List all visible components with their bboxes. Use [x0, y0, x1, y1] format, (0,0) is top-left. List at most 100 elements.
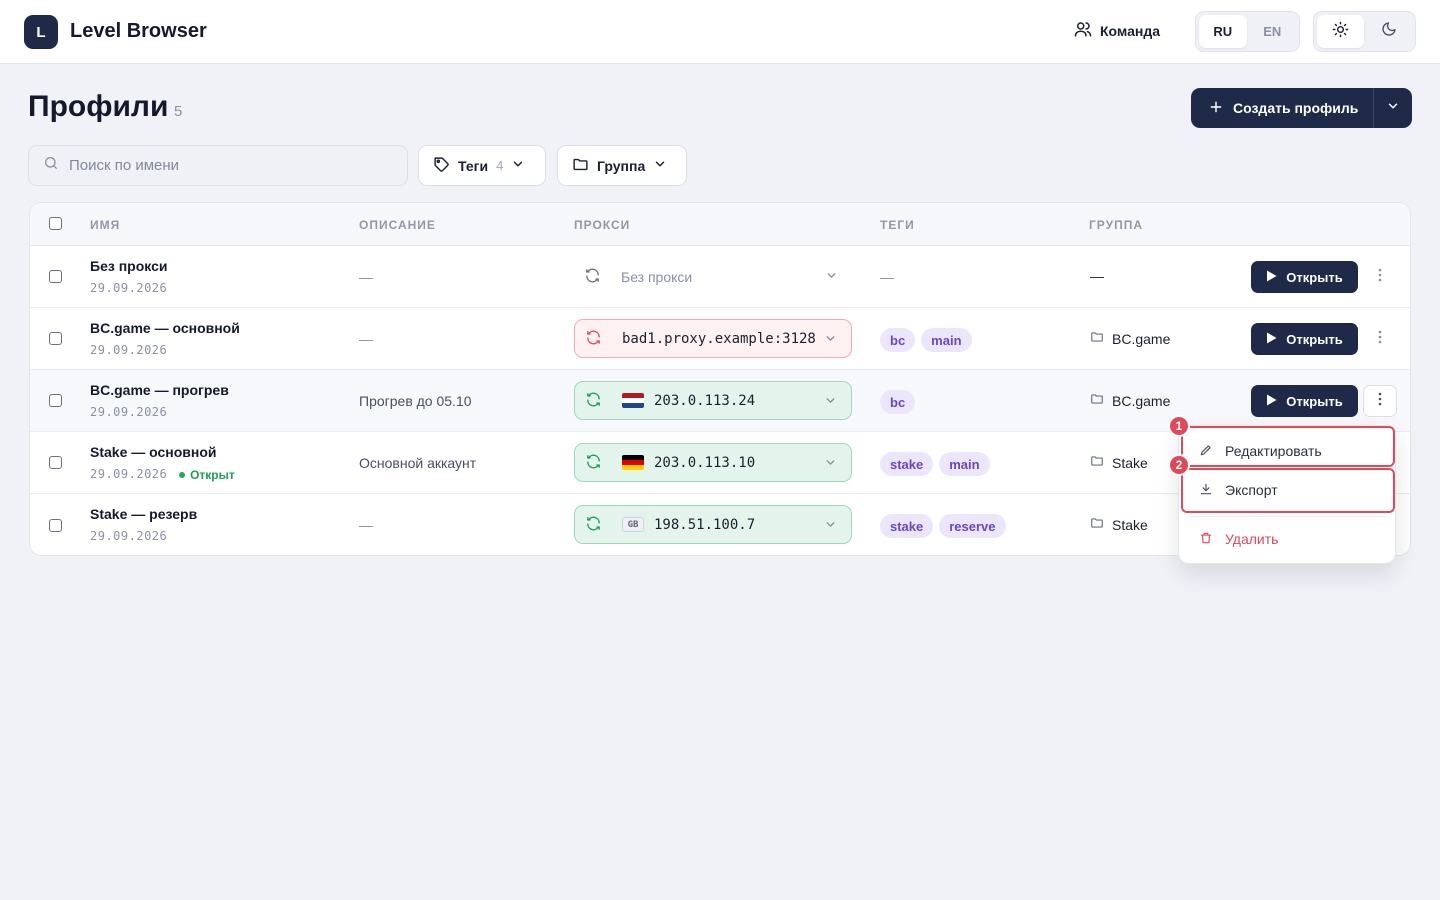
chevron-down-icon: [1386, 99, 1400, 118]
chevron-down-icon: [825, 269, 838, 285]
profile-description: Основной аккаунт: [359, 455, 477, 471]
profile-name[interactable]: BC.game — прогрев: [90, 382, 229, 398]
play-icon: [1266, 394, 1277, 409]
row-checkbox[interactable]: [49, 456, 62, 469]
refresh-icon: [585, 329, 602, 349]
menu-item-label: Экспорт: [1225, 482, 1278, 498]
open-label: Открыть: [1286, 331, 1343, 347]
status-dot-icon: [179, 472, 186, 478]
light-theme-button[interactable]: [1317, 15, 1364, 48]
app-title: Level Browser: [70, 20, 207, 42]
proxy-value: Без прокси: [621, 268, 693, 285]
profile-name[interactable]: Без прокси: [90, 258, 167, 274]
menu-item-export[interactable]: Экспорт: [1179, 472, 1395, 508]
group-filter-label: Группа: [597, 157, 646, 174]
folder-icon: [1090, 330, 1104, 347]
page-title: Профили: [28, 90, 169, 123]
menu-item-edit[interactable]: Редактировать: [1179, 433, 1395, 469]
proxy-select[interactable]: GB 198.51.100.7: [574, 505, 852, 544]
profile-description: —: [359, 331, 373, 347]
profile-name[interactable]: BC.game — основной: [90, 320, 240, 336]
row-more-button[interactable]: [1363, 323, 1397, 355]
tag-icon: [433, 156, 450, 176]
more-vertical-icon: [1378, 268, 1382, 287]
tag-chip: stake: [880, 514, 934, 538]
profile-group: —: [1090, 268, 1104, 284]
create-profile-label: Создать профиль: [1233, 100, 1359, 116]
team-button[interactable]: Команда: [1074, 20, 1160, 41]
row-checkbox[interactable]: [49, 332, 62, 345]
open-profile-button[interactable]: Открыть: [1251, 323, 1358, 355]
create-profile-dropdown-toggle[interactable]: [1373, 88, 1412, 128]
row-more-button[interactable]: [1363, 385, 1397, 417]
lang-en-button[interactable]: EN: [1249, 15, 1297, 48]
chevron-down-icon: [824, 394, 837, 410]
proxy-select[interactable]: bad1.proxy.example:3128: [574, 319, 852, 358]
folder-icon: [1090, 454, 1104, 471]
chevron-down-icon: [653, 157, 667, 174]
lang-ru-button[interactable]: RU: [1199, 15, 1247, 48]
row-context-menu: Редактировать Экспорт Удалить: [1178, 425, 1396, 564]
group-label: BC.game: [1112, 392, 1171, 409]
open-label: Открыть: [1286, 393, 1343, 409]
proxy-select[interactable]: 203.0.113.10: [574, 443, 852, 482]
top-bar: L Level Browser Команда RU EN: [0, 0, 1440, 64]
profile-tags: stake reserve: [880, 514, 1006, 538]
chevron-down-icon: [824, 456, 837, 472]
row-checkbox[interactable]: [49, 519, 62, 532]
proxy-value: 203.0.113.24: [654, 392, 756, 409]
menu-item-delete[interactable]: Удалить: [1179, 521, 1395, 557]
profile-name[interactable]: Stake — резерв: [90, 506, 197, 522]
tag-chip: reserve: [939, 514, 1006, 538]
open-profile-button[interactable]: Открыть: [1251, 385, 1358, 417]
chevron-down-icon: [511, 157, 525, 174]
proxy-value: 198.51.100.7: [654, 516, 756, 533]
profile-tags: bc: [880, 390, 916, 414]
profile-description: —: [359, 269, 373, 285]
profile-group: BC.game: [1090, 392, 1170, 409]
more-vertical-icon: [1378, 330, 1382, 349]
app-logo: L: [24, 15, 58, 49]
proxy-select[interactable]: 203.0.113.24: [574, 381, 852, 420]
create-profile-button-group: Создать профиль: [1191, 88, 1412, 128]
search-input[interactable]: [69, 157, 389, 174]
table-row: Без прокси 29.09.2026 — Без прокси — — О…: [30, 246, 1410, 308]
group-label: BC.game: [1112, 330, 1171, 347]
row-checkbox[interactable]: [49, 394, 62, 407]
search-icon: [43, 155, 59, 176]
profile-group: Stake: [1090, 454, 1148, 471]
team-label: Команда: [1100, 22, 1160, 39]
select-all-checkbox[interactable]: [49, 217, 62, 230]
profile-date-line: 29.09.2026 Открыт: [90, 467, 235, 482]
pencil-icon: [1199, 443, 1213, 460]
more-vertical-icon: [1378, 392, 1382, 411]
tag-chip: stake: [880, 452, 934, 476]
dark-theme-button[interactable]: [1366, 15, 1413, 48]
profiles-count: 5: [174, 103, 183, 120]
play-icon: [1266, 332, 1277, 347]
table-row: BC.game — основной 29.09.2026 — bad1.pro…: [30, 308, 1410, 370]
language-switcher: RU EN: [1195, 11, 1300, 52]
row-checkbox[interactable]: [49, 270, 62, 283]
open-profile-button[interactable]: Открыть: [1251, 261, 1358, 293]
row-more-button[interactable]: [1363, 261, 1397, 293]
proxy-value: bad1.proxy.example:3128: [622, 330, 816, 347]
group-filter-button[interactable]: Группа: [557, 145, 687, 186]
refresh-icon: [584, 267, 601, 287]
create-profile-button[interactable]: Создать профиль: [1191, 88, 1373, 128]
refresh-icon: [585, 515, 602, 535]
refresh-icon: [585, 453, 602, 473]
proxy-select[interactable]: Без прокси: [574, 257, 852, 296]
tags-empty: —: [880, 269, 894, 285]
status-label: Открыт: [190, 468, 235, 482]
profile-name[interactable]: Stake — основной: [90, 444, 217, 460]
tags-filter-count: 4: [496, 158, 504, 173]
theme-switcher: [1313, 11, 1416, 52]
tags-filter-button[interactable]: Теги 4: [418, 145, 546, 186]
group-label: —: [1090, 268, 1104, 284]
users-icon: [1074, 20, 1092, 41]
table-row: BC.game — прогрев 29.09.2026 Прогрев до …: [30, 370, 1410, 432]
tag-chip: main: [921, 328, 972, 352]
tag-chip: main: [939, 452, 990, 476]
plus-icon: [1209, 100, 1223, 117]
